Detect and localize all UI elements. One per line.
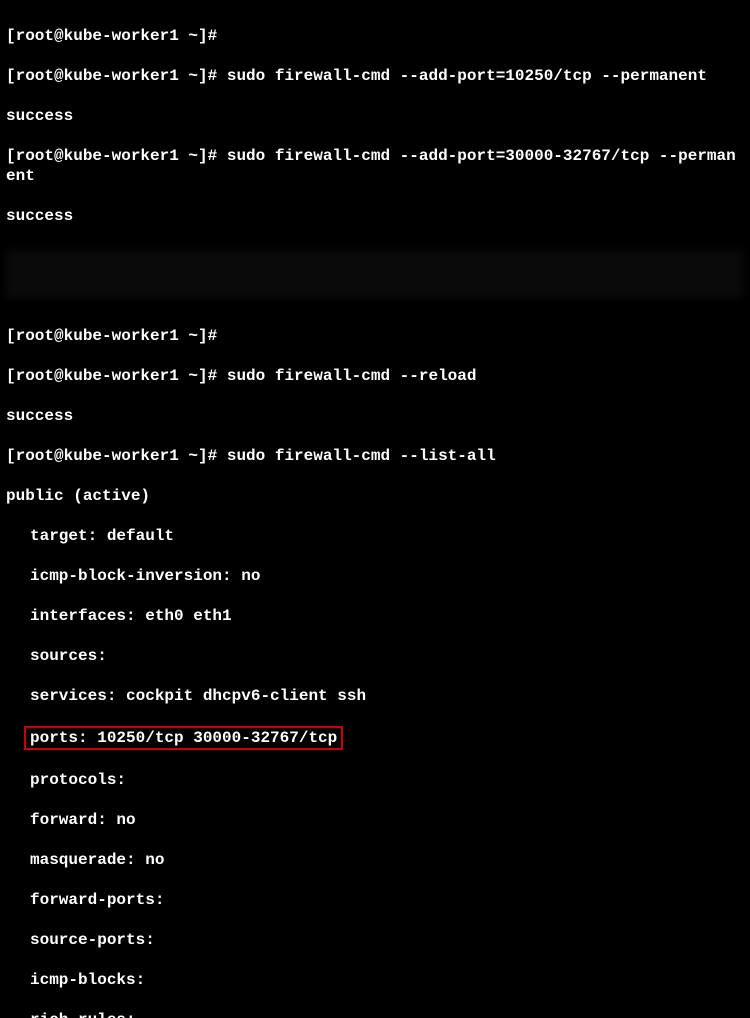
listall-forward: forward: no (6, 810, 744, 830)
highlight-box: ports: 10250/tcp 30000-32767/tcp (24, 726, 343, 750)
listall-target: target: default (6, 526, 744, 546)
listall-icmp-block-inversion: icmp-block-inversion: no (6, 566, 744, 586)
output-line: success (6, 406, 744, 426)
command-line: [root@kube-worker1 ~]# sudo firewall-cmd… (6, 446, 744, 466)
shell-prompt: [root@kube-worker1 ~]# (6, 447, 217, 465)
prompt-line: [root@kube-worker1 ~]# (6, 26, 744, 46)
redacted-region (6, 250, 744, 298)
listall-forward-ports: forward-ports: (6, 890, 744, 910)
listall-interfaces: interfaces: eth0 eth1 (6, 606, 744, 626)
command-text: sudo firewall-cmd --add-port=10250/tcp -… (227, 67, 707, 85)
listall-header: public (active) (6, 486, 744, 506)
listall-ports: ports: 10250/tcp 30000-32767/tcp (30, 729, 337, 747)
shell-prompt: [root@kube-worker1 ~]# (6, 367, 217, 385)
shell-prompt: [root@kube-worker1 ~]# (6, 147, 217, 165)
shell-prompt: [root@kube-worker1 ~]# (6, 327, 217, 345)
listall-masquerade: masquerade: no (6, 850, 744, 870)
output-line: success (6, 106, 744, 126)
listall-ports-row: ports: 10250/tcp 30000-32767/tcp (6, 726, 744, 750)
command-line: [root@kube-worker1 ~]# sudo firewall-cmd… (6, 66, 744, 86)
command-text: sudo firewall-cmd --reload (227, 367, 477, 385)
command-text: sudo firewall-cmd --list-all (227, 447, 496, 465)
listall-services: services: cockpit dhcpv6-client ssh (6, 686, 744, 706)
terminal[interactable]: [root@kube-worker1 ~]# [root@kube-worker… (6, 6, 744, 503)
listall-sources: sources: (6, 646, 744, 666)
listall-source-ports: source-ports: (6, 930, 744, 950)
shell-prompt: [root@kube-worker1 ~]# (6, 67, 217, 85)
shell-prompt: [root@kube-worker1 ~]# (6, 27, 217, 45)
listall-protocols: protocols: (6, 770, 744, 790)
prompt-line: [root@kube-worker1 ~]# (6, 326, 744, 346)
listall-rich-rules: rich rules: (6, 1010, 744, 1018)
command-line: [root@kube-worker1 ~]# sudo firewall-cmd… (6, 366, 744, 386)
listall-icmp-blocks: icmp-blocks: (6, 970, 744, 990)
command-line: [root@kube-worker1 ~]# sudo firewall-cmd… (6, 146, 744, 186)
output-line: success (6, 206, 744, 226)
